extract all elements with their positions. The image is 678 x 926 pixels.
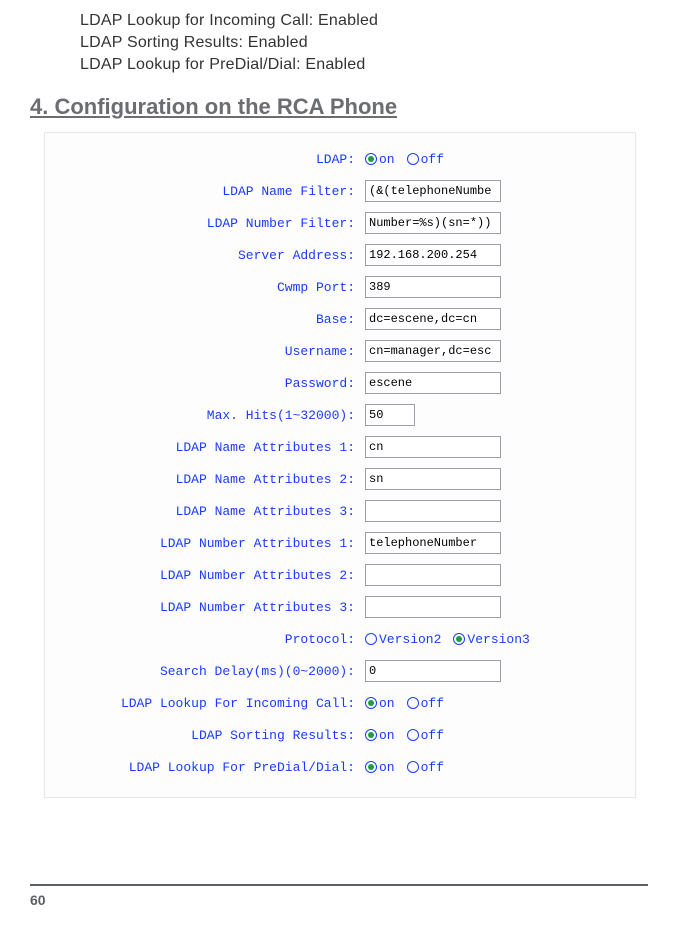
lookup-predial-on-option[interactable]: on: [365, 760, 395, 775]
radio-icon: [407, 153, 419, 165]
input-name-attr3[interactable]: [365, 500, 501, 522]
label-number-attr1: LDAP Number Attributes 1:: [45, 536, 365, 551]
label-username: Username:: [45, 344, 365, 359]
radio-selected-icon: [365, 729, 377, 741]
row-ldap: LDAP: on off: [45, 143, 635, 175]
input-cwmp-port[interactable]: [365, 276, 501, 298]
radio-selected-icon: [365, 761, 377, 773]
row-number-attr2: LDAP Number Attributes 2:: [45, 559, 635, 591]
input-password[interactable]: [365, 372, 501, 394]
label-sorting: LDAP Sorting Results:: [45, 728, 365, 743]
label-number-attr3: LDAP Number Attributes 3:: [45, 600, 365, 615]
input-server-address[interactable]: [365, 244, 501, 266]
radio-label-on: on: [379, 728, 395, 743]
radio-label-v2: Version2: [379, 632, 441, 647]
sorting-off-option[interactable]: off: [407, 728, 444, 743]
protocol-v2-option[interactable]: Version2: [365, 632, 441, 647]
radio-icon: [407, 697, 419, 709]
ldap-off-option[interactable]: off: [407, 152, 444, 167]
row-lookup-predial: LDAP Lookup For PreDial/Dial: on off: [45, 751, 635, 783]
preamble-line-2: LDAP Sorting Results: Enabled: [80, 32, 678, 54]
lookup-incoming-on-option[interactable]: on: [365, 696, 395, 711]
label-lookup-incoming: LDAP Lookup For Incoming Call:: [45, 696, 365, 711]
row-number-attr1: LDAP Number Attributes 1:: [45, 527, 635, 559]
input-username[interactable]: [365, 340, 501, 362]
radio-selected-icon: [365, 153, 377, 165]
row-sorting: LDAP Sorting Results: on off: [45, 719, 635, 751]
preamble-line-1: LDAP Lookup for Incoming Call: Enabled: [80, 10, 678, 32]
ldap-on-option[interactable]: on: [365, 152, 395, 167]
input-max-hits[interactable]: [365, 404, 415, 426]
radio-selected-icon: [365, 697, 377, 709]
label-lookup-predial: LDAP Lookup For PreDial/Dial:: [45, 760, 365, 775]
preamble-line-3: LDAP Lookup for PreDial/Dial: Enabled: [80, 54, 678, 76]
row-name-filter: LDAP Name Filter:: [45, 175, 635, 207]
radio-label-off: off: [421, 728, 444, 743]
input-name-attr2[interactable]: [365, 468, 501, 490]
input-name-attr1[interactable]: [365, 436, 501, 458]
row-number-filter: LDAP Number Filter:: [45, 207, 635, 239]
radio-label-on: on: [379, 152, 395, 167]
label-name-attr3: LDAP Name Attributes 3:: [45, 504, 365, 519]
row-base: Base:: [45, 303, 635, 335]
input-base[interactable]: [365, 308, 501, 330]
radio-label-v3: Version3: [467, 632, 529, 647]
input-name-filter[interactable]: [365, 180, 501, 202]
row-search-delay: Search Delay(ms)(0~2000):: [45, 655, 635, 687]
label-search-delay: Search Delay(ms)(0~2000):: [45, 664, 365, 679]
row-protocol: Protocol: Version2 Version3: [45, 623, 635, 655]
radio-icon: [365, 633, 377, 645]
row-name-attr2: LDAP Name Attributes 2:: [45, 463, 635, 495]
label-max-hits: Max. Hits(1~32000):: [45, 408, 365, 423]
row-name-attr3: LDAP Name Attributes 3:: [45, 495, 635, 527]
ldap-config-panel: LDAP: on off LDAP Name Filter: LDAP Numb…: [44, 132, 636, 798]
row-server-address: Server Address:: [45, 239, 635, 271]
section-heading: 4. Configuration on the RCA Phone: [30, 94, 678, 120]
label-cwmp-port: Cwmp Port:: [45, 280, 365, 295]
radio-icon: [407, 729, 419, 741]
radio-selected-icon: [453, 633, 465, 645]
label-name-filter: LDAP Name Filter:: [45, 184, 365, 199]
row-name-attr1: LDAP Name Attributes 1:: [45, 431, 635, 463]
radio-label-off: off: [421, 152, 444, 167]
radio-label-on: on: [379, 696, 395, 711]
row-lookup-incoming: LDAP Lookup For Incoming Call: on off: [45, 687, 635, 719]
lookup-predial-off-option[interactable]: off: [407, 760, 444, 775]
preamble-block: LDAP Lookup for Incoming Call: Enabled L…: [0, 0, 678, 76]
radio-label-on: on: [379, 760, 395, 775]
sorting-on-option[interactable]: on: [365, 728, 395, 743]
label-protocol: Protocol:: [45, 632, 365, 647]
protocol-v3-option[interactable]: Version3: [453, 632, 529, 647]
label-name-attr1: LDAP Name Attributes 1:: [45, 440, 365, 455]
label-number-filter: LDAP Number Filter:: [45, 216, 365, 231]
input-number-attr2[interactable]: [365, 564, 501, 586]
row-number-attr3: LDAP Number Attributes 3:: [45, 591, 635, 623]
label-server-address: Server Address:: [45, 248, 365, 263]
row-cwmp-port: Cwmp Port:: [45, 271, 635, 303]
input-number-attr1[interactable]: [365, 532, 501, 554]
input-search-delay[interactable]: [365, 660, 501, 682]
label-ldap: LDAP:: [45, 152, 365, 167]
input-number-attr3[interactable]: [365, 596, 501, 618]
label-name-attr2: LDAP Name Attributes 2:: [45, 472, 365, 487]
page-number: 60: [30, 892, 46, 908]
radio-label-off: off: [421, 696, 444, 711]
radio-label-off: off: [421, 760, 444, 775]
label-number-attr2: LDAP Number Attributes 2:: [45, 568, 365, 583]
label-base: Base:: [45, 312, 365, 327]
footer-rule: [30, 884, 648, 886]
row-password: Password:: [45, 367, 635, 399]
radio-icon: [407, 761, 419, 773]
row-max-hits: Max. Hits(1~32000):: [45, 399, 635, 431]
row-username: Username:: [45, 335, 635, 367]
lookup-incoming-off-option[interactable]: off: [407, 696, 444, 711]
label-password: Password:: [45, 376, 365, 391]
input-number-filter[interactable]: [365, 212, 501, 234]
